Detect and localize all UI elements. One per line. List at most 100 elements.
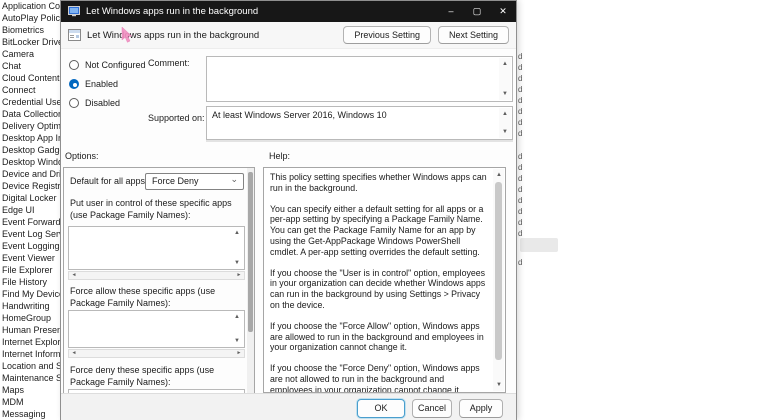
sidebar-item[interactable]: Connect — [0, 84, 60, 96]
dialog-titlebar[interactable]: Let Windows apps run in the background –… — [61, 1, 516, 22]
radio-unselected-icon[interactable] — [69, 59, 79, 70]
radio-label: Not Configured — [85, 59, 146, 70]
dropdown-value: Force Deny — [152, 176, 199, 186]
sidebar-item[interactable]: Find My Device — [0, 288, 60, 300]
help-panel: This policy setting specifies whether Wi… — [263, 167, 506, 393]
sidebar-item[interactable]: Internet Explorer — [0, 336, 60, 348]
comment-textbox[interactable]: ▲ ▼ — [206, 56, 513, 102]
radio-label: Disabled — [85, 97, 121, 108]
radio-unselected-icon[interactable] — [69, 97, 79, 108]
sidebar-item[interactable]: Cloud Content — [0, 72, 60, 84]
dialog-footer: OK Cancel Apply — [61, 393, 516, 420]
sidebar-item[interactable]: Event Log Servic — [0, 228, 60, 240]
force-allow-label: Force allow these specific apps (use Pac… — [70, 286, 216, 308]
apply-button[interactable]: Apply — [459, 399, 503, 418]
sidebar-item[interactable]: Delivery Optimiz — [0, 120, 60, 132]
scroll-left-icon[interactable]: ◄ — [69, 272, 79, 279]
app-monitor-icon — [68, 6, 80, 17]
radio-disabled[interactable]: Disabled — [69, 93, 199, 112]
background-text-fragment: d — [518, 163, 523, 172]
background-text-fragment: d — [518, 129, 523, 138]
scroll-down-icon[interactable]: ▼ — [499, 127, 511, 137]
sidebar-item[interactable]: Internet Informa — [0, 348, 60, 360]
sidebar-item[interactable]: Desktop App Ins — [0, 132, 60, 144]
sidebar-item[interactable]: Event Forwardin — [0, 216, 60, 228]
cancel-button[interactable]: Cancel — [412, 399, 452, 418]
scroll-left-icon[interactable]: ◄ — [69, 350, 79, 357]
background-text-fragment: d — [518, 196, 523, 205]
sidebar-item[interactable]: MDM — [0, 396, 60, 408]
background-text-fragment: d — [518, 107, 523, 116]
background-text-fragment: d — [518, 152, 523, 161]
scroll-down-icon[interactable]: ▼ — [493, 380, 505, 390]
sidebar-item[interactable]: Maps — [0, 384, 60, 396]
help-text: This policy setting specifies whether Wi… — [270, 172, 488, 392]
radio-enabled[interactable]: Enabled — [69, 74, 199, 93]
sidebar-item[interactable]: Edge UI — [0, 204, 60, 216]
supported-on-label: Supported on: — [148, 113, 205, 123]
sidebar-item[interactable]: Credential User I — [0, 96, 60, 108]
user-control-hscrollbar[interactable]: ◄ ► — [68, 271, 245, 280]
sidebar-item[interactable]: Biometrics — [0, 24, 60, 36]
sidebar-item[interactable]: Application Com — [0, 0, 60, 12]
sidebar-item[interactable]: Event Viewer — [0, 252, 60, 264]
sidebar-item[interactable]: Handwriting — [0, 300, 60, 312]
force-allow-textarea[interactable]: ▲ ▼ — [68, 310, 245, 348]
force-deny-label: Force deny these specific apps (use Pack… — [70, 365, 215, 387]
scroll-down-icon[interactable]: ▼ — [231, 258, 243, 268]
sidebar-item[interactable]: Device Registrati — [0, 180, 60, 192]
sidebar-item[interactable]: HomeGroup — [0, 312, 60, 324]
maximize-button[interactable]: ▢ — [464, 1, 490, 22]
radio-selected-icon[interactable] — [69, 78, 79, 89]
scroll-down-icon[interactable]: ▼ — [231, 336, 243, 346]
sidebar-item[interactable]: File History — [0, 276, 60, 288]
sidebar-item[interactable]: Messaging — [0, 408, 60, 420]
sidebar-item[interactable]: Desktop Window — [0, 156, 60, 168]
next-setting-button[interactable]: Next Setting — [437, 26, 509, 44]
sidebar-item[interactable]: Chat — [0, 60, 60, 72]
scroll-up-icon[interactable]: ▲ — [493, 170, 505, 180]
sidebar-item[interactable]: Digital Locker — [0, 192, 60, 204]
previous-setting-button[interactable]: Previous Setting — [343, 26, 431, 44]
scroll-up-icon[interactable]: ▲ — [231, 228, 243, 238]
background-text-fragment: d — [518, 258, 523, 267]
default-for-all-apps-dropdown[interactable]: Force Deny ⌄ — [145, 173, 244, 190]
scroll-up-icon[interactable]: ▲ — [231, 312, 243, 322]
sidebar-item[interactable]: BitLocker Drive E — [0, 36, 60, 48]
options-scrollbar[interactable] — [247, 168, 254, 393]
options-panel: Default for all apps: Force Deny ⌄ Put u… — [63, 167, 255, 394]
close-button[interactable]: ✕ — [490, 1, 516, 22]
scroll-down-icon[interactable]: ▼ — [499, 89, 511, 99]
force-allow-hscrollbar[interactable]: ◄ ► — [68, 349, 245, 358]
dialog-title: Let Windows apps run in the background — [86, 6, 259, 17]
policy-setting-icon — [68, 29, 81, 41]
sidebar-item[interactable]: AutoPlay Policie — [0, 12, 60, 24]
scroll-up-icon[interactable]: ▲ — [499, 109, 511, 119]
sidebar-item[interactable]: Desktop Gadgets — [0, 144, 60, 156]
help-paragraph: You can specify either a default setting… — [270, 203, 484, 257]
help-scrollbar[interactable]: ▲ ▼ — [493, 169, 504, 391]
background-fragments: ddddddddddddddddd — [516, 0, 530, 420]
help-paragraph: This policy setting specifies whether Wi… — [270, 172, 487, 193]
default-for-all-apps-label: Default for all apps: — [70, 176, 148, 186]
user-control-textarea[interactable]: ▲ ▼ — [68, 226, 245, 270]
help-scrollbar-thumb[interactable] — [495, 182, 502, 360]
background-highlight-rect — [520, 238, 558, 252]
ok-button[interactable]: OK — [357, 399, 405, 418]
scroll-up-icon[interactable]: ▲ — [499, 59, 511, 69]
sidebar-item[interactable]: File Explorer — [0, 264, 60, 276]
background-text-fragment: d — [518, 118, 523, 127]
scroll-right-icon[interactable]: ► — [234, 272, 244, 279]
scroll-right-icon[interactable]: ► — [234, 350, 244, 357]
sidebar-item[interactable]: Maintenance Sch — [0, 372, 60, 384]
supported-on-textbox[interactable]: At least Windows Server 2016, Windows 10… — [206, 106, 513, 140]
sidebar-item[interactable]: Location and Ser — [0, 360, 60, 372]
sidebar-item[interactable]: Human Presence — [0, 324, 60, 336]
minimize-button[interactable]: – — [438, 1, 464, 22]
sidebar-item[interactable]: Device and Drive — [0, 168, 60, 180]
options-scrollbar-thumb[interactable] — [248, 172, 253, 332]
sidebar-item[interactable]: Camera — [0, 48, 60, 60]
sidebar-item[interactable]: Event Logging — [0, 240, 60, 252]
supported-scrollbar: ▲ ▼ — [499, 108, 511, 138]
sidebar-item[interactable]: Data Collection a — [0, 108, 60, 120]
